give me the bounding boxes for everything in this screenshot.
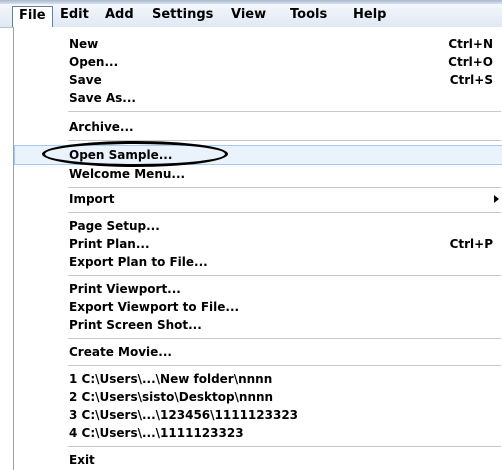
menu-item-label: Import (69, 192, 115, 206)
menu-item-export-plan[interactable]: Export Plan to File... (14, 253, 502, 271)
menu-item-label: Print Plan... (69, 237, 150, 251)
recent-file-label: 3 C:\Users\...\123456\1111123323 (69, 408, 299, 422)
menu-item-label: Exit (69, 453, 95, 467)
menu-item-save[interactable]: Save Ctrl+S (14, 71, 502, 89)
menu-separator (68, 338, 501, 339)
menu-separator (68, 111, 501, 112)
menu-item-save-as[interactable]: Save As... (14, 89, 502, 107)
menu-item-create-movie[interactable]: Create Movie... (14, 343, 502, 361)
menu-tools[interactable]: Tools (284, 6, 333, 24)
recent-file-item[interactable]: 3 C:\Users\...\123456\1111123323 (14, 406, 502, 424)
menu-item-label: Create Movie... (69, 345, 172, 359)
submenu-arrow-icon (494, 195, 499, 203)
menu-item-label: New (69, 37, 99, 51)
menu-item-label: Export Plan to File... (69, 255, 208, 269)
menu-item-page-setup[interactable]: Page Setup... (14, 217, 502, 235)
menu-item-label: Archive... (69, 120, 134, 134)
menu-item-label: Open Sample... (69, 148, 173, 162)
recent-file-item[interactable]: 4 C:\Users\...\1111123323 (14, 424, 502, 442)
recent-file-item[interactable]: 1 C:\Users\...\New folder\nnnn (14, 370, 502, 388)
menu-help[interactable]: Help (347, 6, 392, 24)
menu-bar: File Edit Add Settings View Tools Help (0, 4, 502, 28)
menu-item-label: Export Viewport to File... (69, 300, 240, 314)
menu-view[interactable]: View (225, 6, 272, 24)
menu-item-label: Page Setup... (69, 219, 160, 233)
menu-separator (68, 187, 501, 188)
menu-item-import[interactable]: Import (14, 190, 502, 208)
menu-edit[interactable]: Edit (54, 6, 95, 24)
menu-item-label: Open... (69, 55, 119, 69)
menu-settings[interactable]: Settings (146, 6, 219, 24)
menu-item-new[interactable]: New Ctrl+N (14, 35, 502, 53)
shortcut-label: Ctrl+S (449, 73, 493, 87)
menu-item-label: Welcome Menu... (69, 167, 186, 181)
recent-file-label: 1 C:\Users\...\New folder\nnnn (69, 372, 273, 386)
menu-item-label: Save As... (69, 91, 136, 105)
menu-add[interactable]: Add (99, 6, 140, 24)
menu-item-print-screen-shot[interactable]: Print Screen Shot... (14, 316, 502, 334)
menu-file[interactable]: File (12, 6, 53, 27)
shortcut-label: Ctrl+O (448, 55, 493, 69)
menu-item-label: Print Viewport... (69, 282, 181, 296)
menu-separator (68, 365, 501, 366)
menu-item-welcome-menu[interactable]: Welcome Menu... (14, 165, 502, 183)
menu-item-open[interactable]: Open... Ctrl+O (14, 53, 502, 71)
recent-file-label: 2 C:\Users\sisto\Desktop\nnnn (69, 390, 274, 404)
menu-item-export-viewport[interactable]: Export Viewport to File... (14, 298, 502, 316)
shortcut-label: Ctrl+N (448, 37, 493, 51)
menu-separator (68, 212, 501, 213)
menu-item-print-viewport[interactable]: Print Viewport... (14, 280, 502, 298)
menu-item-print-plan[interactable]: Print Plan... Ctrl+P (14, 235, 502, 253)
menu-item-open-sample[interactable]: Open Sample... (14, 145, 502, 165)
menu-item-label: Print Screen Shot... (69, 318, 202, 332)
shortcut-label: Ctrl+P (449, 237, 493, 251)
menu-item-exit[interactable]: Exit (14, 451, 502, 469)
recent-file-label: 4 C:\Users\...\1111123323 (69, 426, 244, 440)
menu-separator (68, 275, 501, 276)
menu-item-archive[interactable]: Archive... (14, 118, 502, 136)
menu-separator (68, 140, 501, 141)
recent-file-item[interactable]: 2 C:\Users\sisto\Desktop\nnnn (14, 388, 502, 406)
menu-separator (68, 446, 501, 447)
menu-item-label: Save (69, 73, 102, 87)
file-dropdown-menu: New Ctrl+N Open... Ctrl+O Save Ctrl+S Sa… (13, 27, 502, 470)
